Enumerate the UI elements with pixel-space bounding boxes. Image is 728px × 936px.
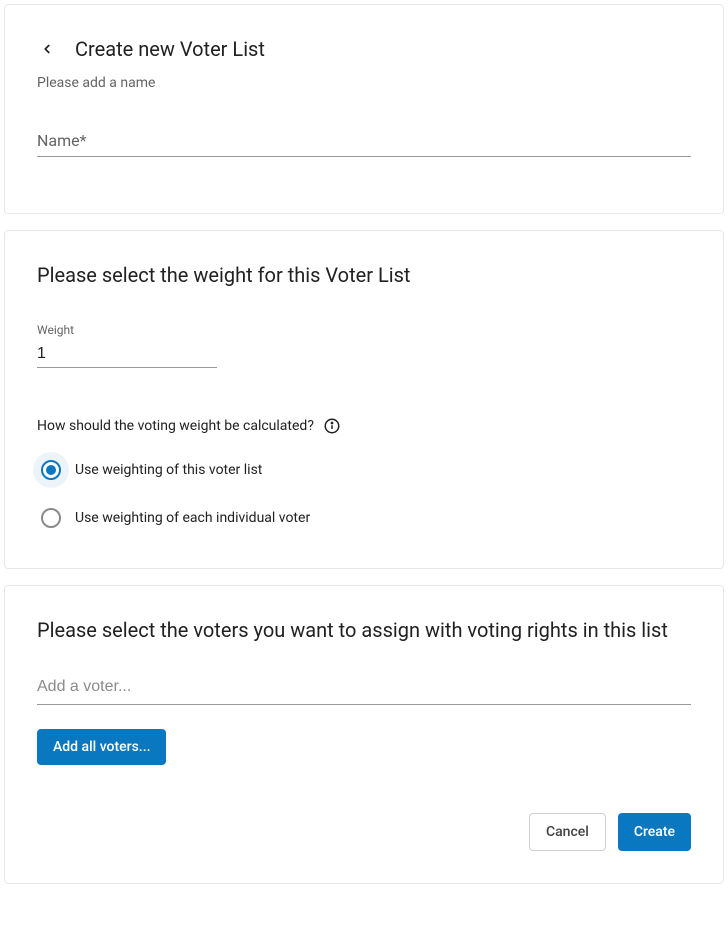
- weight-label: Weight: [37, 323, 217, 337]
- voters-section-title: Please select the voters you want to ass…: [37, 618, 691, 642]
- name-input-wrap: Name*: [37, 131, 691, 157]
- back-icon[interactable]: [37, 39, 57, 59]
- add-all-voters-button[interactable]: Add all voters...: [37, 729, 166, 765]
- page-title: Create new Voter List: [75, 37, 265, 61]
- radio-icon: [41, 460, 61, 480]
- weight-card: Please select the weight for this Voter …: [4, 230, 724, 569]
- create-button[interactable]: Create: [618, 813, 691, 851]
- weight-radio-group: Use weighting of this voter list Use wei…: [37, 452, 691, 536]
- radio-option-list-weight[interactable]: Use weighting of this voter list: [37, 452, 691, 488]
- name-card: Create new Voter List Please add a name …: [4, 4, 724, 214]
- name-field-label[interactable]: Name*: [37, 131, 691, 157]
- weight-input-wrap: Weight: [37, 323, 217, 368]
- footer-actions: Cancel Create: [37, 813, 691, 851]
- voters-card: Please select the voters you want to ass…: [4, 585, 724, 884]
- radio-label: Use weighting of this voter list: [75, 462, 262, 478]
- page-subtitle: Please add a name: [37, 75, 691, 91]
- header-row: Create new Voter List: [37, 37, 691, 61]
- weight-section-title: Please select the weight for this Voter …: [37, 263, 691, 287]
- radio-icon: [41, 508, 61, 528]
- weight-input[interactable]: [37, 341, 217, 368]
- add-voter-input[interactable]: [37, 670, 691, 705]
- radio-label: Use weighting of each individual voter: [75, 510, 310, 526]
- cancel-button[interactable]: Cancel: [529, 813, 606, 851]
- voter-input-wrap: [37, 670, 691, 705]
- info-icon[interactable]: [322, 416, 342, 436]
- calc-question-row: How should the voting weight be calculat…: [37, 416, 691, 436]
- radio-option-individual-weight[interactable]: Use weighting of each individual voter: [37, 500, 691, 536]
- calc-question: How should the voting weight be calculat…: [37, 418, 314, 434]
